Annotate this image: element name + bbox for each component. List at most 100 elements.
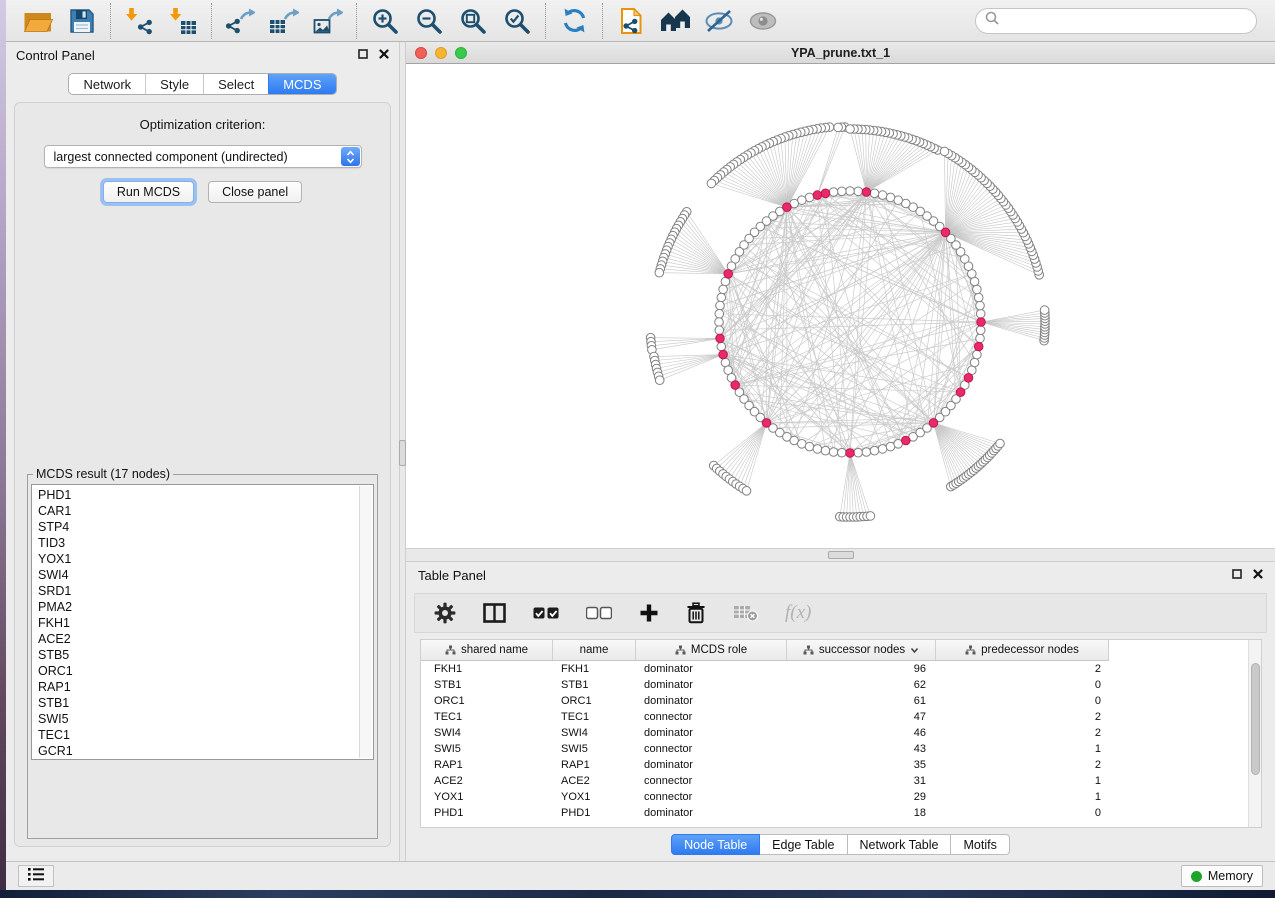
table-row[interactable]: STB1STB1dominator620 (421, 677, 1261, 693)
add-row-icon[interactable] (639, 603, 659, 623)
vertical-splitter[interactable] (399, 42, 406, 861)
tab-mcds[interactable]: MCDS (268, 74, 335, 94)
table-row[interactable]: PHD1PHD1dominator180 (421, 805, 1261, 821)
column-view-icon[interactable] (483, 603, 506, 623)
table-row[interactable]: FKH1FKH1dominator962 (421, 661, 1261, 677)
criterion-dropdown[interactable]: largest connected component (undirected) (44, 145, 362, 168)
mcds-result-list[interactable]: PHD1CAR1STP4TID3YOX1SWI4SRD1PMA2FKH1ACE2… (31, 484, 374, 760)
cell-shared-name: TEC1 (421, 711, 553, 723)
column-header-shared-name[interactable]: shared name (421, 640, 553, 661)
tab-select[interactable]: Select (203, 74, 268, 94)
mcds-result-item[interactable]: SWI5 (32, 711, 373, 727)
control-panel-title: Control Panel (16, 48, 95, 63)
cell-mcds-role: connector (636, 775, 787, 787)
column-label: MCDS role (691, 644, 747, 656)
select-all-icon[interactable] (533, 606, 559, 620)
horizontal-splitter-handle[interactable] (828, 551, 854, 559)
table-row[interactable]: ORC1ORC1dominator610 (421, 693, 1261, 709)
task-history-button[interactable] (18, 865, 54, 887)
mcds-result-item[interactable]: TEC1 (32, 727, 373, 743)
table-scrollbar-thumb[interactable] (1251, 663, 1260, 775)
zoom-out-icon[interactable] (413, 5, 445, 36)
tab-edge-table[interactable]: Edge Table (760, 834, 847, 855)
sort-chevron-down-icon (910, 647, 919, 654)
clone-network-icon[interactable] (615, 5, 647, 36)
export-table-icon[interactable] (268, 5, 300, 36)
mcds-result-item[interactable]: FKH1 (32, 615, 373, 631)
export-image-icon[interactable] (312, 5, 344, 36)
mcds-result-item[interactable]: SWI4 (32, 567, 373, 583)
mcds-result-title: MCDS result (17 nodes) (33, 467, 173, 481)
save-icon[interactable] (66, 5, 98, 36)
search-input[interactable] (1005, 14, 1247, 28)
export-network-icon[interactable] (224, 5, 256, 36)
tab-network[interactable]: Network (69, 74, 145, 94)
mcds-result-item[interactable]: TID3 (32, 535, 373, 551)
cell-shared-name: RAP1 (421, 759, 553, 771)
mcds-result-item[interactable]: STP4 (32, 519, 373, 535)
table-scrollbar[interactable] (1248, 640, 1261, 827)
cell-predecessor-nodes: 1 (936, 743, 1109, 755)
first-neighbors-icon[interactable] (659, 5, 691, 36)
hide-selected-icon[interactable] (703, 5, 735, 36)
close-icon[interactable] (1253, 566, 1263, 584)
optimization-criterion-label: Optimization criterion: (140, 117, 266, 132)
cell-name: RAP1 (553, 759, 636, 771)
main-toolbar (6, 0, 1275, 42)
tab-style[interactable]: Style (145, 74, 203, 94)
search-field[interactable] (975, 8, 1257, 34)
show-all-icon[interactable] (747, 5, 779, 36)
close-panel-button[interactable]: Close panel (208, 181, 302, 203)
mcds-result-item[interactable]: CAR1 (32, 503, 373, 519)
mcds-result-item[interactable]: STB1 (32, 695, 373, 711)
table-row[interactable]: TEC1TEC1connector472 (421, 709, 1261, 725)
desktop-wallpaper-bottom (0, 890, 1275, 898)
table-row[interactable]: SWI4SWI4dominator462 (421, 725, 1261, 741)
zoom-selected-icon[interactable] (501, 5, 533, 36)
gear-icon[interactable] (434, 602, 456, 624)
open-folder-icon[interactable] (22, 5, 54, 36)
cell-successor-nodes: 96 (787, 663, 936, 675)
import-network-icon[interactable] (123, 5, 155, 36)
import-table-icon[interactable] (167, 5, 199, 36)
deselect-all-icon[interactable] (586, 606, 612, 620)
column-label: successor nodes (819, 644, 905, 656)
mcds-result-item[interactable]: ACE2 (32, 631, 373, 647)
tree-icon (445, 645, 456, 655)
column-header-name[interactable]: name (553, 640, 636, 661)
table-row[interactable]: SWI5SWI5connector431 (421, 741, 1261, 757)
cell-mcds-role: dominator (636, 807, 787, 819)
vertical-splitter-handle[interactable] (399, 440, 406, 466)
column-header-mcds-role[interactable]: MCDS role (636, 640, 787, 661)
network-canvas[interactable] (406, 64, 1275, 548)
mcds-result-item[interactable]: GCR1 (32, 743, 373, 759)
table-row[interactable]: YOX1YOX1connector291 (421, 789, 1261, 805)
close-icon[interactable] (379, 46, 389, 64)
list-scrollbar[interactable] (359, 486, 372, 758)
memory-button[interactable]: Memory (1181, 865, 1263, 887)
zoom-in-icon[interactable] (369, 5, 401, 36)
mcds-result-item[interactable]: SRD1 (32, 583, 373, 599)
table-row[interactable]: RAP1RAP1dominator352 (421, 757, 1261, 773)
tab-network-table[interactable]: Network Table (848, 834, 952, 855)
mcds-result-item[interactable]: PMA2 (32, 599, 373, 615)
run-mcds-button[interactable]: Run MCDS (103, 181, 194, 203)
mcds-result-item[interactable]: ORC1 (32, 663, 373, 679)
table-row[interactable]: ACE2ACE2connector311 (421, 773, 1261, 789)
refresh-icon[interactable] (558, 5, 590, 36)
mcds-result-item[interactable]: YOX1 (32, 551, 373, 567)
mcds-result-item[interactable]: PHD1 (32, 487, 373, 503)
float-icon[interactable] (358, 46, 368, 64)
zoom-fit-icon[interactable] (457, 5, 489, 36)
float-icon[interactable] (1232, 566, 1242, 584)
horizontal-splitter[interactable] (406, 548, 1275, 562)
network-graph[interactable] (406, 64, 1275, 548)
mcds-result-item[interactable]: RAP1 (32, 679, 373, 695)
column-header-successor-nodes[interactable]: successor nodes (787, 640, 936, 661)
tab-node-table[interactable]: Node Table (671, 834, 760, 855)
column-header-predecessor-nodes[interactable]: predecessor nodes (936, 640, 1109, 661)
tab-motifs[interactable]: Motifs (951, 834, 1009, 855)
delete-row-icon[interactable] (686, 602, 706, 624)
mcds-result-item[interactable]: STB5 (32, 647, 373, 663)
column-label: shared name (461, 644, 528, 656)
